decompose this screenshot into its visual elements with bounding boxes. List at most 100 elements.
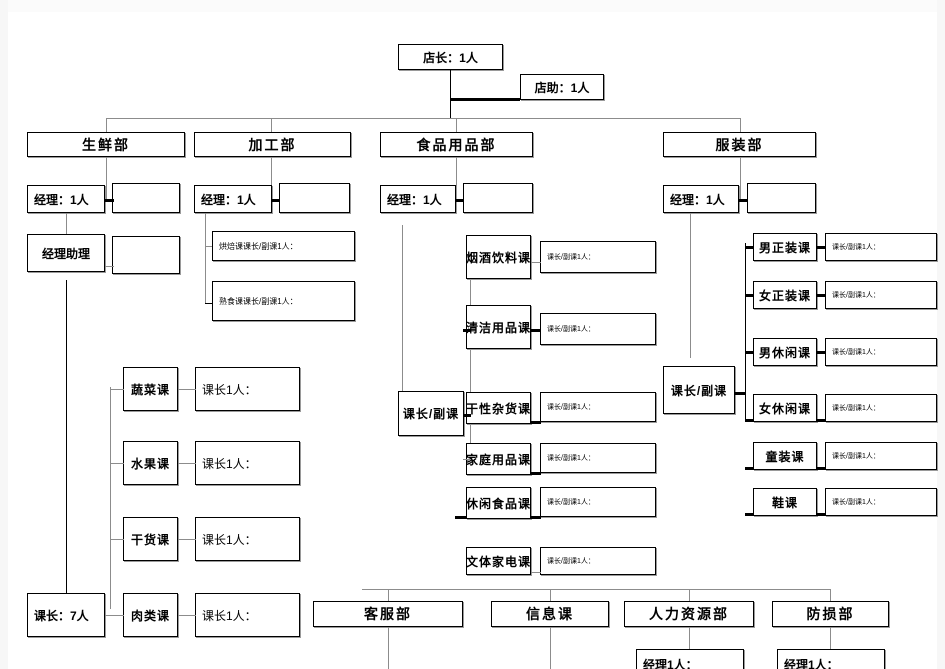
tie-food-section-4-spine <box>463 459 471 460</box>
tie-apparel-section-5 <box>817 467 826 470</box>
box-food-section-1-staff[interactable]: 课长/副课1人： <box>540 241 656 273</box>
box-food-section-1[interactable]: 烟酒饮料课 <box>466 235 531 279</box>
box-food-section-4-staff[interactable]: 课长/副课1人： <box>540 443 656 473</box>
box-support-dept-1[interactable]: 客服部 <box>313 601 463 627</box>
box-fresh-section-2[interactable]: 水果课 <box>123 441 178 485</box>
drop-support-2 <box>550 589 551 601</box>
connector-food-manager <box>456 157 457 199</box>
tie-fresh-section-3-spine <box>110 539 124 540</box>
box-food-section-6-staff[interactable]: 课长/副课1人： <box>540 547 656 575</box>
connector-support-4-manager <box>830 627 831 649</box>
box-apparel-section-4[interactable]: 女休闲课 <box>753 394 817 422</box>
box-processing-section-1[interactable]: 烘焙课课长/副课1人： <box>212 231 355 261</box>
box-fresh-section-3[interactable]: 干货课 <box>123 517 178 561</box>
drop-support-4 <box>830 589 831 601</box>
box-apparel-section-2-staff[interactable]: 课长/副课1人： <box>825 281 937 309</box>
box-apparel-section-4-staff[interactable]: 课长/副课1人： <box>825 394 937 422</box>
box-fresh-assistant[interactable]: 经理助理 <box>27 234 105 272</box>
box-fresh-section-1[interactable]: 蔬菜课 <box>123 367 178 411</box>
box-apparel-section-3-staff[interactable]: 课长/副课1人： <box>825 338 937 366</box>
box-food-section-2-staff[interactable]: 课长/副课1人： <box>540 313 656 345</box>
box-support-dept-2[interactable]: 信息课 <box>491 601 609 627</box>
box-apparel-section-2[interactable]: 女正装课 <box>753 281 817 309</box>
box-food-section-3[interactable]: 干性杂货课 <box>466 392 531 424</box>
box-food-section-2[interactable]: 清洁用品课 <box>466 305 531 349</box>
tie-fresh-section-2 <box>178 463 196 464</box>
box-support-dept-3-manager[interactable]: 经理1人： <box>636 649 744 669</box>
tie-apparel-manager-blank <box>739 199 748 202</box>
tie-apparel-section-6-spine <box>745 513 754 516</box>
box-apparel-section-6[interactable]: 鞋课 <box>753 488 817 516</box>
tie-fresh-chief-count <box>105 615 111 616</box>
box-processing-manager[interactable]: 经理：1人 <box>194 185 272 213</box>
tie-fresh-section-4-spine <box>110 615 124 616</box>
box-food-section-3-staff[interactable]: 课长/副课1人： <box>540 392 656 422</box>
tie-food-section-2-spine <box>463 329 471 332</box>
box-support-dept-4[interactable]: 防损部 <box>772 601 889 627</box>
box-food-manager[interactable]: 经理：1人 <box>380 185 456 213</box>
tie-food-section-4 <box>531 472 541 475</box>
connector-store-assistant <box>450 98 520 101</box>
box-support-dept-4-manager[interactable]: 经理1人： <box>777 649 885 669</box>
drop-support-1 <box>388 589 389 601</box>
box-apparel-manager[interactable]: 经理：1人 <box>663 185 739 213</box>
box-apparel-section-chief[interactable]: 课长/副课 <box>663 366 735 414</box>
box-fresh-section-4-staff[interactable]: 课长1人： <box>195 593 300 637</box>
box-apparel-section-5[interactable]: 童装课 <box>753 442 817 470</box>
box-apparel-section-1-staff[interactable]: 课长/副课1人： <box>825 233 937 261</box>
spine-food-left <box>402 225 403 410</box>
tie-apparel-section-2-spine <box>745 294 754 297</box>
tie-fresh-section-2-spine <box>110 463 124 464</box>
tie-food-section-1 <box>531 262 541 263</box>
drop-fresh <box>106 118 107 133</box>
tie-fresh-assistant-blank <box>105 266 114 267</box>
tie-apparel-section-3-spine <box>745 351 754 354</box>
box-apparel-section-6-staff[interactable]: 课长/副课1人： <box>825 488 937 516</box>
box-food-section-4[interactable]: 家庭用品课 <box>466 443 531 475</box>
tie-food-section-6 <box>531 572 541 573</box>
box-support-dept-3[interactable]: 人力资源部 <box>624 601 754 627</box>
box-food-section-6[interactable]: 文体家电课 <box>466 547 531 575</box>
box-processing-section-2[interactable]: 熟食课课长/副课1人： <box>212 281 355 321</box>
tie-fresh-section-1 <box>178 389 196 390</box>
box-fresh-manager[interactable]: 经理：1人 <box>27 185 105 213</box>
box-dept-food[interactable]: 食品用品部 <box>380 132 533 157</box>
box-food-section-5-staff[interactable]: 课长/副课1人： <box>540 487 656 517</box>
tie-apparel-section-1-spine <box>745 246 754 249</box>
drop-processing <box>271 118 272 133</box>
box-store-manager[interactable]: 店长：1人 <box>398 44 503 70</box>
box-fresh-section-2-staff[interactable]: 课长1人： <box>195 441 300 485</box>
tie-food-manager-blank <box>455 199 464 202</box>
connector-apparel-manager <box>740 157 741 199</box>
box-processing-manager-blank[interactable] <box>279 183 350 213</box>
spine-processing <box>205 213 206 303</box>
box-apparel-section-3[interactable]: 男休闲课 <box>753 338 817 366</box>
box-fresh-section-chief-count[interactable]: 课长：7人 <box>27 593 105 637</box>
box-food-section-chief[interactable]: 课长/副课 <box>398 391 464 436</box>
box-fresh-assistant-blank[interactable] <box>112 236 180 274</box>
box-apparel-section-5-staff[interactable]: 课长/副课1人： <box>825 442 937 470</box>
tie-apparel-section-4-spine <box>745 419 754 422</box>
tie-food-section-5-left <box>455 516 467 519</box>
connector-support-2-manager <box>550 627 551 669</box>
page-top-band <box>0 0 945 12</box>
page-gutter-right <box>937 0 945 669</box>
box-fresh-section-1-staff[interactable]: 课长1人： <box>195 367 300 411</box>
box-dept-apparel[interactable]: 服装部 <box>663 132 816 157</box>
tie-apparel-section-4 <box>817 419 826 422</box>
box-dept-fresh[interactable]: 生鲜部 <box>27 132 185 157</box>
box-fresh-section-3-staff[interactable]: 课长1人： <box>195 517 300 561</box>
tie-processing-manager-blank <box>271 199 280 202</box>
drop-support-3 <box>689 589 690 601</box>
org-chart-canvas: 店长：1人 店助：1人 生鲜部 加工部 食品用品部 服装部 经理：1人 经理：1… <box>0 0 945 669</box>
box-food-section-5[interactable]: 休闲食品课 <box>466 487 531 519</box>
box-dept-processing[interactable]: 加工部 <box>194 132 351 157</box>
box-fresh-manager-blank[interactable] <box>112 183 180 213</box>
tie-fresh-manager-blank <box>105 199 114 202</box>
box-apparel-manager-blank[interactable] <box>747 183 816 213</box>
box-fresh-section-4[interactable]: 肉类课 <box>123 593 178 637</box>
drop-apparel <box>740 118 741 133</box>
box-store-assistant[interactable]: 店助：1人 <box>520 74 604 100</box>
box-food-manager-blank[interactable] <box>463 183 533 213</box>
box-apparel-section-1[interactable]: 男正装课 <box>753 233 817 261</box>
